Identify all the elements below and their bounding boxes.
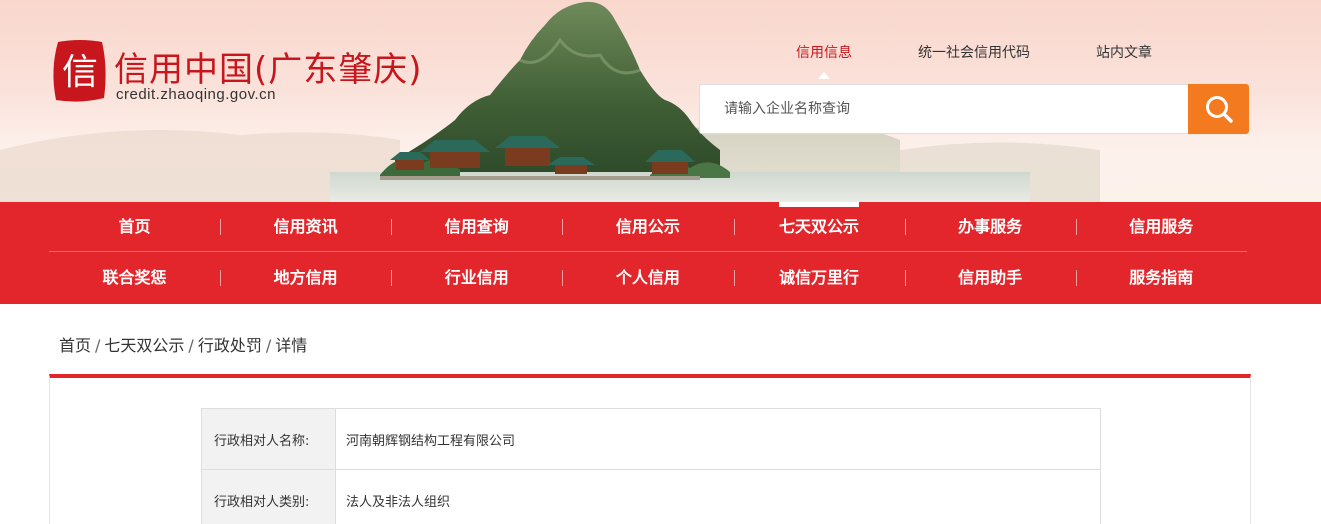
logo-seal-icon: 信 (53, 40, 106, 102)
breadcrumb-separator: / (95, 336, 101, 355)
search-input[interactable] (699, 84, 1189, 134)
field-value-subject-type: 法人及非法人组织 (335, 469, 1101, 524)
nav-item-credit-query[interactable]: 信用查询 (391, 202, 562, 252)
breadcrumb-current: 详情 (275, 336, 308, 355)
nav-item-personal-credit[interactable]: 个人信用 (562, 253, 733, 303)
breadcrumb-admin-penalty[interactable]: 行政处罚 (198, 336, 262, 355)
breadcrumb: 首页 / 七天双公示 / 行政处罚 / 详情 (59, 332, 307, 356)
nav-item-credit-service[interactable]: 信用服务 (1075, 202, 1247, 252)
breadcrumb-separator: / (265, 336, 272, 355)
nav-row-1: 首页 信用资讯 信用查询 信用公示 七天双公示 办事服务 信用服务 (49, 202, 1247, 252)
field-value-subject-name: 河南朝辉钢结构工程有限公司 (335, 408, 1101, 470)
breadcrumb-home[interactable]: 首页 (59, 336, 91, 355)
detail-table: 行政相对人名称: 河南朝辉钢结构工程有限公司 行政相对人类别: 法人及非法人组织 (201, 408, 1101, 524)
nav-row-2: 联合奖惩 地方信用 行业信用 个人信用 诚信万里行 信用助手 服务指南 (49, 253, 1247, 303)
field-label-subject-name: 行政相对人名称: (201, 408, 336, 470)
nav-item-industry-credit[interactable]: 行业信用 (391, 253, 562, 303)
top-link-credit-code[interactable]: 统一社会信用代码 (918, 42, 1030, 62)
top-link-credit-info[interactable]: 信用信息 (796, 42, 852, 79)
nav-item-credit-publicity[interactable]: 信用公示 (562, 202, 733, 252)
search-button[interactable] (1188, 84, 1249, 134)
nav-item-service-guide[interactable]: 服务指南 (1075, 253, 1247, 303)
detail-panel: 行政相对人名称: 河南朝辉钢结构工程有限公司 行政相对人类别: 法人及非法人组织 (49, 374, 1251, 524)
nav-item-local-credit[interactable]: 地方信用 (220, 253, 391, 303)
nav-item-credit-assistant[interactable]: 信用助手 (904, 253, 1076, 303)
search-icon (1205, 96, 1233, 123)
nav-item-home[interactable]: 首页 (49, 202, 220, 252)
site-title: 信用中国(广东肇庆) (114, 50, 423, 90)
field-label-subject-type: 行政相对人类别: (201, 469, 336, 524)
breadcrumb-separator: / (188, 336, 194, 355)
table-row: 行政相对人类别: 法人及非法人组织 (201, 469, 1101, 524)
nav-item-joint-rewards[interactable]: 联合奖惩 (49, 253, 220, 303)
header-banner: 信 信用中国(广东肇庆) credit.zhaoqing.gov.cn 信用信息… (0, 0, 1321, 202)
svg-text:信: 信 (62, 52, 98, 93)
main-nav: 首页 信用资讯 信用查询 信用公示 七天双公示 办事服务 信用服务 联合奖惩 地… (0, 202, 1321, 304)
breadcrumb-seven-day-publicity[interactable]: 七天双公示 (104, 336, 184, 355)
top-link-site-articles[interactable]: 站内文章 (1096, 42, 1152, 62)
nav-item-credit-news[interactable]: 信用资讯 (220, 202, 391, 252)
nav-item-seven-day-publicity[interactable]: 七天双公示 (733, 202, 905, 252)
nav-item-affairs-service[interactable]: 办事服务 (904, 202, 1076, 252)
table-row: 行政相对人名称: 河南朝辉钢结构工程有限公司 (201, 408, 1101, 470)
site-domain: credit.zhaoqing.gov.cn (116, 86, 276, 103)
nav-item-integrity-tour[interactable]: 诚信万里行 (733, 253, 905, 303)
